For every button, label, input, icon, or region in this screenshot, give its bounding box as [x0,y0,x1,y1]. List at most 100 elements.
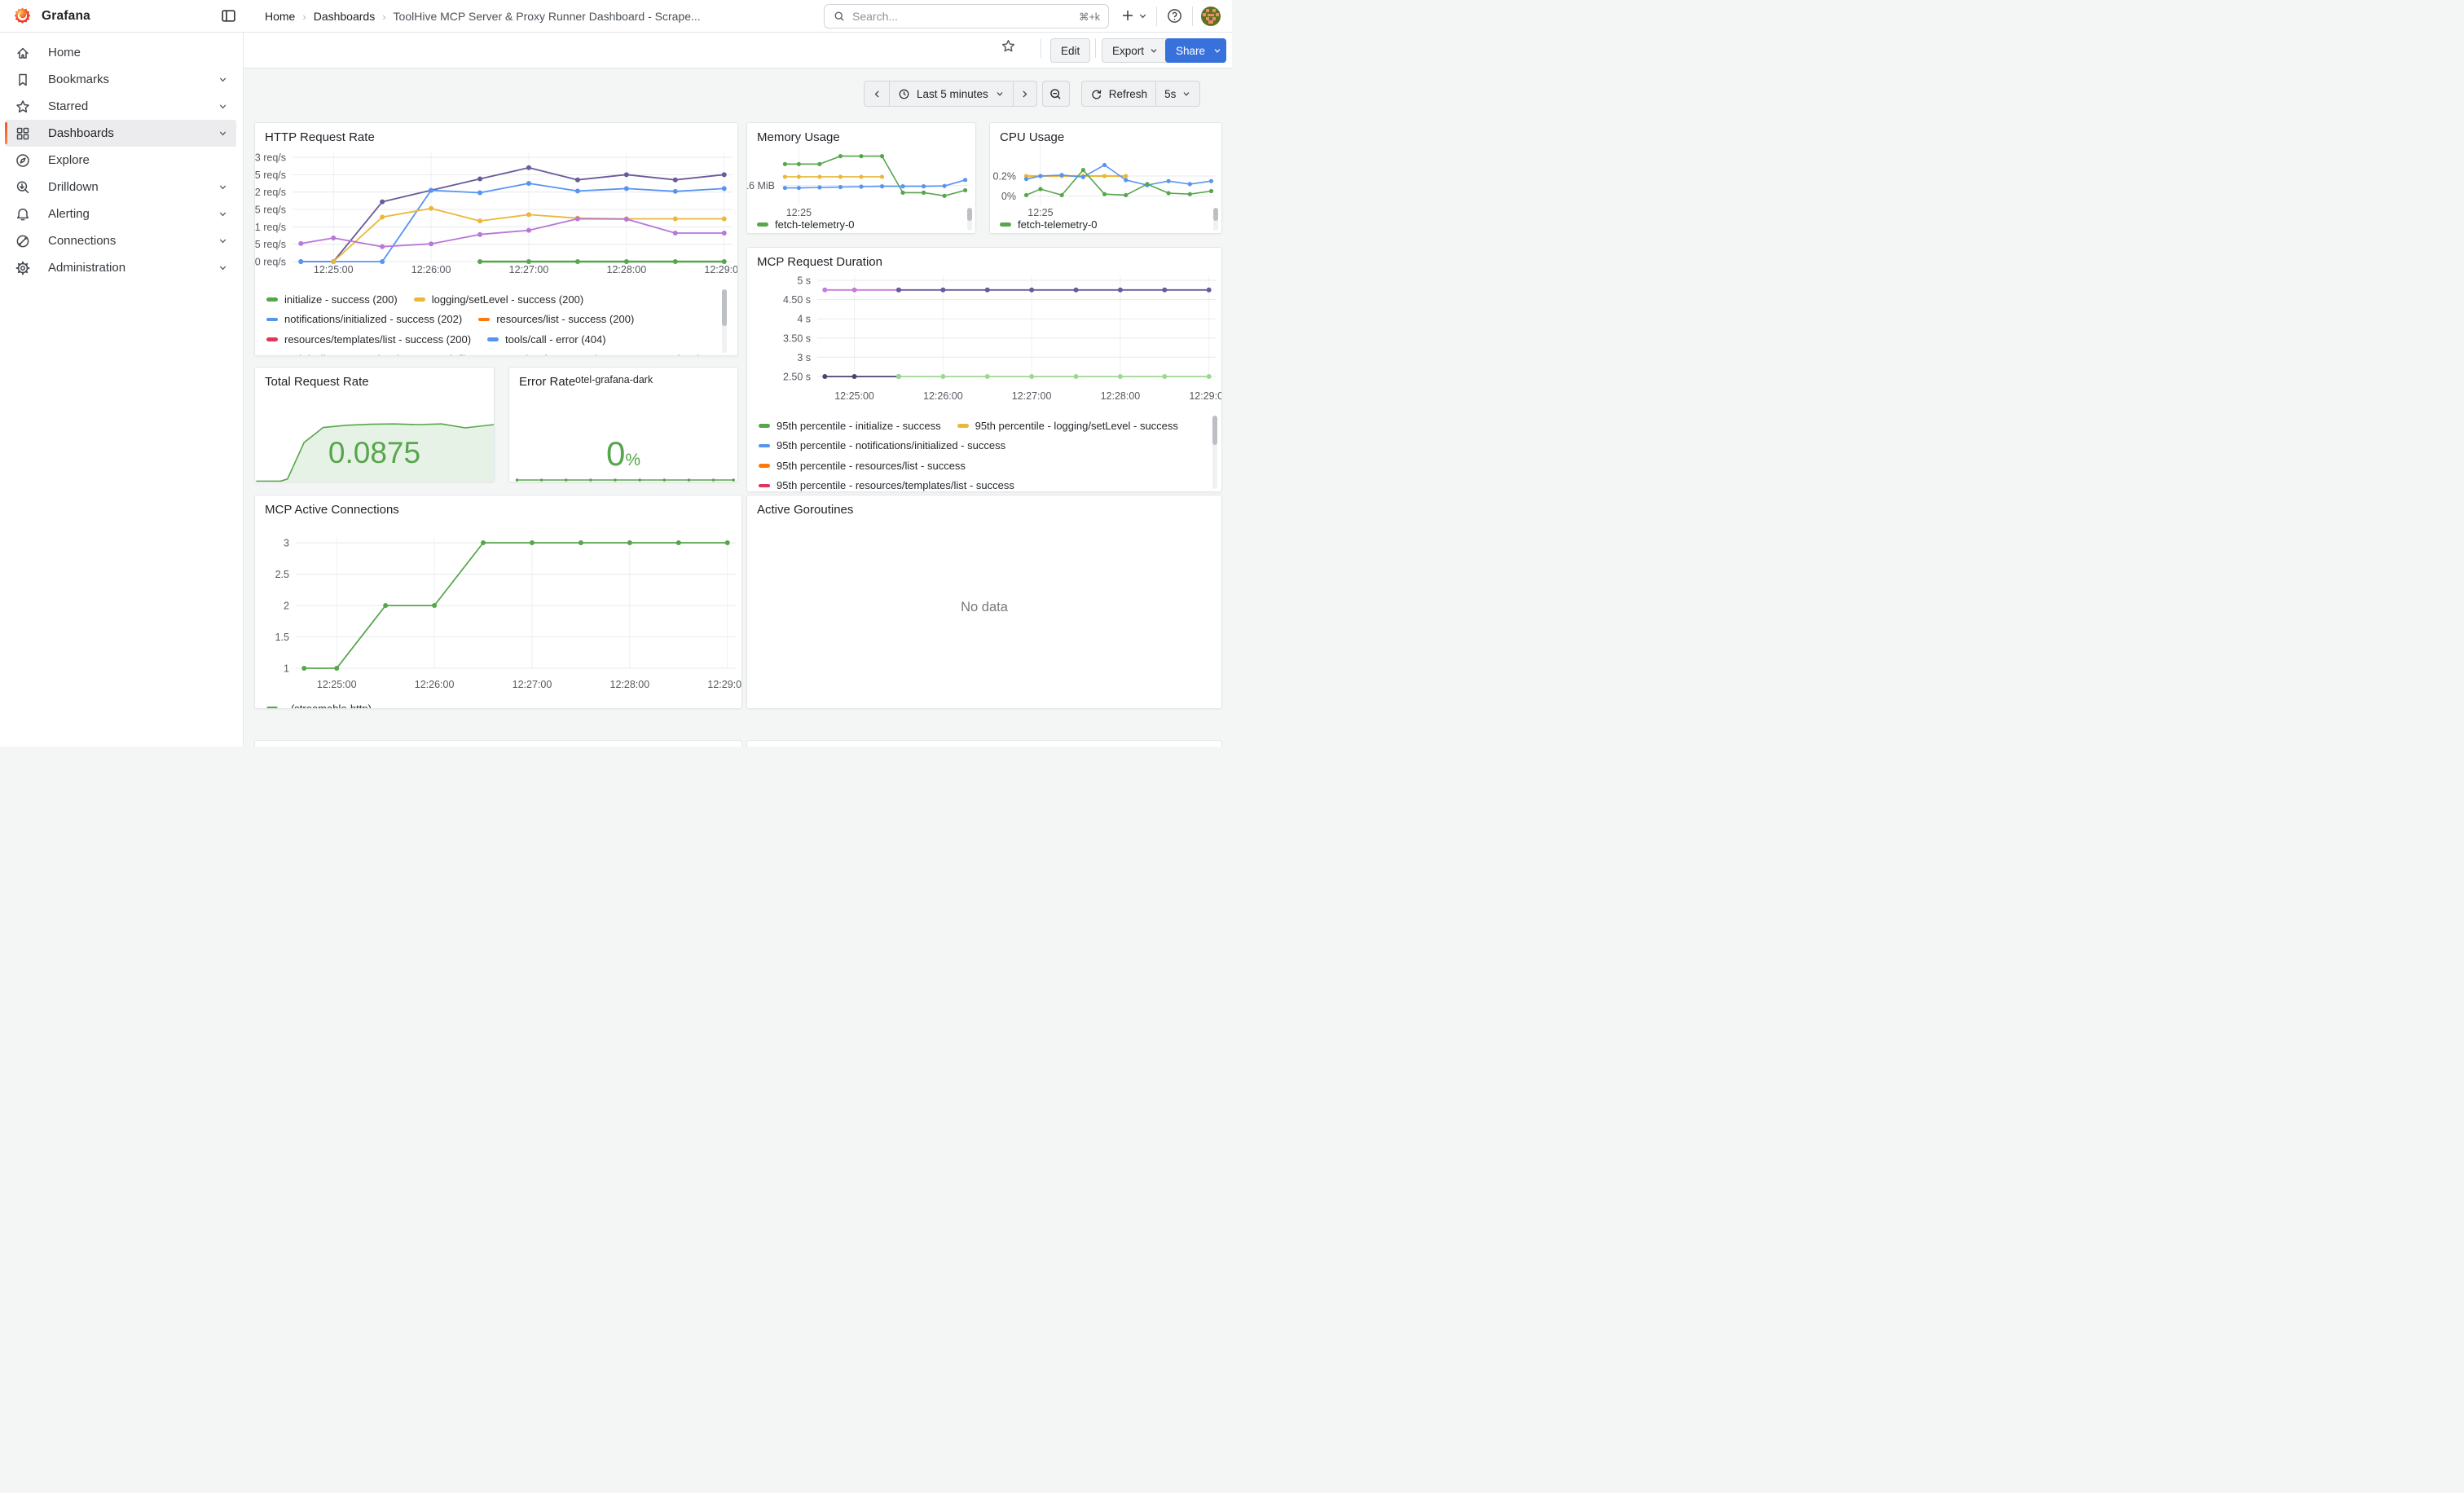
share-chevron-button[interactable] [1208,38,1226,63]
sidebar-item-dashboards[interactable]: Dashboards [5,120,236,147]
legend-label: 95th percentile - notifications/initiali… [777,439,1005,451]
avatar[interactable] [1201,7,1221,26]
export-button[interactable]: Export [1102,38,1169,63]
clock-icon [898,88,910,100]
legend-item[interactable]: resources/list - success (200) [478,310,634,330]
refresh-button[interactable]: Refresh [1081,81,1156,107]
legend-item[interactable]: 95th percentile - initialize - success [759,416,941,436]
plug-icon [15,233,31,249]
legend-item[interactable]: - (streamable-http) [266,698,372,709]
legend-color-chip [759,424,770,428]
svg-text:12:25:00: 12:25:00 [314,264,354,275]
svg-text:0.005 req/s: 0.005 req/s [255,239,286,250]
legend-label: 95th percentile - resources/list - succe… [777,460,966,472]
svg-text:12:28:00: 12:28:00 [610,679,650,690]
chevron-down-icon [1181,89,1191,99]
legend-color-chip [759,464,770,468]
legend-item[interactable]: resources/templates/list - success (200) [266,329,471,350]
legend-scrollbar[interactable] [1213,208,1218,231]
panel-mcp-active-connections: MCP Active Connections 32.521.5112:25:00… [254,495,742,709]
time-back-button[interactable] [864,81,890,107]
breadcrumb-item[interactable]: Dashboards [314,10,376,23]
sidebar-item-home[interactable]: Home [5,39,236,66]
svg-text:0.01 req/s: 0.01 req/s [255,222,286,233]
chevron-down-icon[interactable] [218,128,228,139]
help-icon[interactable] [1166,7,1183,29]
legend-item[interactable]: unknown - success (200) [565,350,702,357]
legend-color-chip [757,222,768,227]
legend-item[interactable]: 95th percentile - logging/setLevel - suc… [957,416,1178,436]
refresh-icon [1090,88,1102,100]
active-accent-bar [5,149,7,171]
time-controls: Last 5 minutes Refresh 5s [864,81,1200,107]
sidebar-item-administration[interactable]: Administration [5,254,236,281]
favorite-star-icon[interactable] [1001,38,1016,58]
brand[interactable]: Grafana [13,7,90,25]
add-button[interactable] [1120,7,1136,28]
sidebar-item-label: Bookmarks [48,73,218,86]
chevron-down-icon[interactable] [218,236,228,246]
active-accent-bar [5,203,7,225]
breadcrumb-separator: › [302,11,306,23]
svg-text:1.5: 1.5 [275,632,289,643]
legend-item[interactable]: logging/setLevel - success (200) [414,289,583,310]
svg-text:12:26:00: 12:26:00 [923,390,963,402]
sidebar-item-explore[interactable]: Explore [5,147,236,174]
svg-text:0.03 req/s: 0.03 req/s [255,152,286,164]
legend-color-chip [1000,222,1011,227]
panel-title[interactable]: Active Goroutines [757,503,853,517]
legend-item[interactable]: fetch-telemetry-0 [1000,214,1098,234]
legend-item[interactable]: 95th percentile - resources/list - succe… [759,456,966,476]
chevron-down-icon[interactable] [218,101,228,112]
panel-http-request-rate: HTTP Request Rate 0 req/s0.005 req/s0.01… [254,122,738,356]
legend-item[interactable]: fetch-telemetry-0 [757,214,855,234]
mcp-active-connections-chart: 32.521.5112:25:0012:26:0012:27:0012:28:0… [255,495,742,709]
chevron-down-icon[interactable] [218,262,228,273]
legend-item[interactable]: notifications/initialized - success (202… [266,310,462,330]
legend-item[interactable]: tools/call - success (200) [266,350,401,357]
bell-icon [15,206,31,222]
legend-scrollbar[interactable] [967,208,972,231]
next-row-panel-edge [254,740,742,746]
datasource-overlay-label: otel-grafana-dark [575,374,653,385]
svg-text:0.025 req/s: 0.025 req/s [255,170,286,181]
chevron-down-icon[interactable] [218,182,228,192]
legend-scrollbar[interactable] [1212,416,1217,489]
svg-text:4.50 s: 4.50 s [783,294,811,306]
search-input[interactable]: Search... ⌘+k [824,4,1109,29]
legend-scrollbar[interactable] [722,289,727,353]
svg-text:12:26:00: 12:26:00 [411,264,451,275]
legend-label: unknown - success (200) [583,353,702,356]
legend-item[interactable]: 95th percentile - resources/templates/li… [759,476,1014,493]
legend-label: fetch-telemetry-0 [775,218,855,231]
legend-color-chip [759,484,770,488]
add-chevron-icon[interactable] [1137,11,1148,25]
sidebar-item-alerting[interactable]: Alerting [5,200,236,227]
zoom-out-button[interactable] [1042,81,1070,107]
sidebar-item-bookmarks[interactable]: Bookmarks [5,66,236,93]
breadcrumb-item[interactable]: Home [265,10,295,23]
active-accent-bar [5,176,7,198]
legend-item[interactable]: tools/list - success (200) [417,350,548,357]
stat-value: 0% [509,434,737,473]
sidebar-toggle-icon[interactable] [220,7,237,29]
edit-button[interactable]: Edit [1050,38,1090,63]
legend-item[interactable]: 95th percentile - notifications/initiali… [759,436,1005,456]
home-icon [15,45,31,61]
chevron-down-icon[interactable] [218,74,228,85]
gear-icon [15,260,31,276]
refresh-interval-picker[interactable]: 5s [1155,81,1200,107]
chevron-down-icon[interactable] [218,209,228,219]
sidebar-item-starred[interactable]: Starred [5,93,236,120]
svg-text:16 MiB: 16 MiB [747,180,775,192]
sidebar-item-connections[interactable]: Connections [5,227,236,254]
svg-text:1: 1 [284,663,289,675]
legend-item[interactable]: tools/call - error (404) [487,329,606,350]
legend-color-chip [759,444,770,448]
legend-item[interactable]: initialize - success (200) [266,289,398,310]
legend-color-chip [487,337,499,341]
star-icon [15,99,31,115]
time-forward-button[interactable] [1013,81,1037,107]
sidebar-item-drilldown[interactable]: Drilldown [5,174,236,200]
time-range-picker[interactable]: Last 5 minutes [889,81,1014,107]
